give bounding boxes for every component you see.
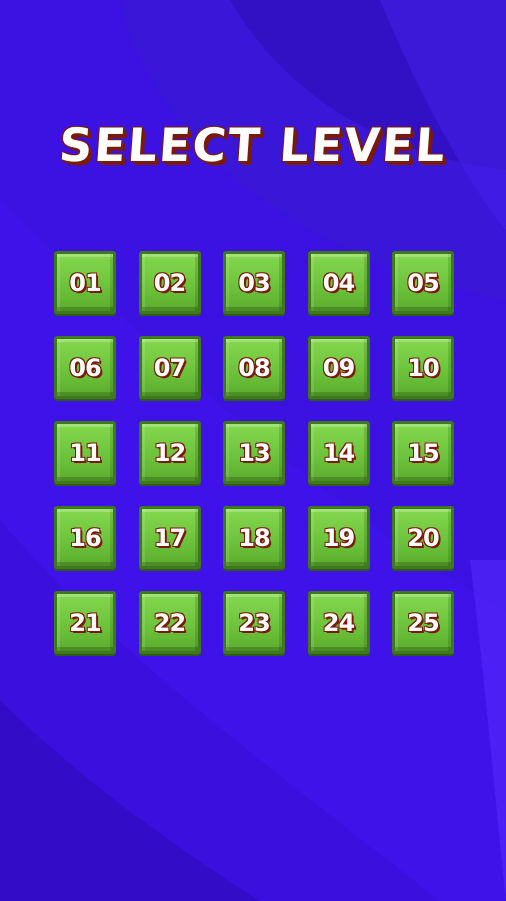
level-button-17[interactable]: 17 (138, 506, 201, 569)
level-number: 24 (322, 608, 355, 637)
level-number: 23 (238, 608, 270, 637)
level-button-22[interactable]: 22 (138, 591, 201, 654)
level-button-10[interactable]: 10 (392, 336, 454, 399)
level-number: 16 (69, 523, 101, 552)
level-number: 03 (238, 268, 270, 297)
level-button-12[interactable]: 12 (138, 421, 201, 484)
level-number: 14 (322, 438, 355, 467)
level-number: 01 (69, 268, 101, 297)
level-number: 18 (238, 523, 270, 552)
level-button-07[interactable]: 07 (138, 336, 201, 399)
level-number: 15 (407, 438, 439, 467)
level-button-18[interactable]: 18 (223, 506, 285, 569)
level-button-09[interactable]: 09 (307, 336, 370, 399)
level-button-25[interactable]: 25 (392, 591, 454, 654)
level-button-01[interactable]: 01 (54, 251, 116, 314)
level-number: 21 (69, 608, 101, 637)
level-button-21[interactable]: 21 (54, 591, 116, 654)
level-button-14[interactable]: 14 (307, 421, 370, 484)
level-number: 09 (322, 353, 355, 382)
level-button-15[interactable]: 15 (392, 421, 454, 484)
level-number: 02 (153, 268, 186, 297)
level-button-20[interactable]: 20 (392, 506, 454, 569)
level-number: 10 (407, 353, 439, 382)
level-button-24[interactable]: 24 (307, 591, 370, 654)
level-number: 05 (407, 268, 439, 297)
level-number: 13 (238, 438, 270, 467)
level-number: 25 (407, 608, 439, 637)
level-button-23[interactable]: 23 (223, 591, 285, 654)
level-button-19[interactable]: 19 (307, 506, 370, 569)
level-number: 12 (153, 438, 186, 467)
page-title: SELECT LEVEL (57, 118, 449, 172)
level-button-06[interactable]: 06 (54, 336, 116, 399)
level-number: 11 (69, 438, 101, 467)
level-button-08[interactable]: 08 (223, 336, 285, 399)
level-number: 20 (407, 523, 439, 552)
level-number: 17 (153, 523, 186, 552)
level-button-11[interactable]: 11 (54, 421, 116, 484)
level-button-03[interactable]: 03 (223, 251, 285, 314)
level-button-02[interactable]: 02 (138, 251, 201, 314)
level-grid: 01 02 03 04 05 06 07 08 09 10 11 12 13 14 15 16 17 18 19 20… (54, 251, 456, 654)
level-number: 07 (153, 353, 186, 382)
level-number: 06 (69, 353, 101, 382)
level-button-04[interactable]: 04 (307, 251, 370, 314)
level-number: 08 (238, 353, 270, 382)
level-number: 22 (153, 608, 186, 637)
level-number: 04 (322, 268, 355, 297)
level-number: 19 (322, 523, 355, 552)
level-button-05[interactable]: 05 (392, 251, 454, 314)
level-button-13[interactable]: 13 (223, 421, 285, 484)
level-button-16[interactable]: 16 (54, 506, 116, 569)
